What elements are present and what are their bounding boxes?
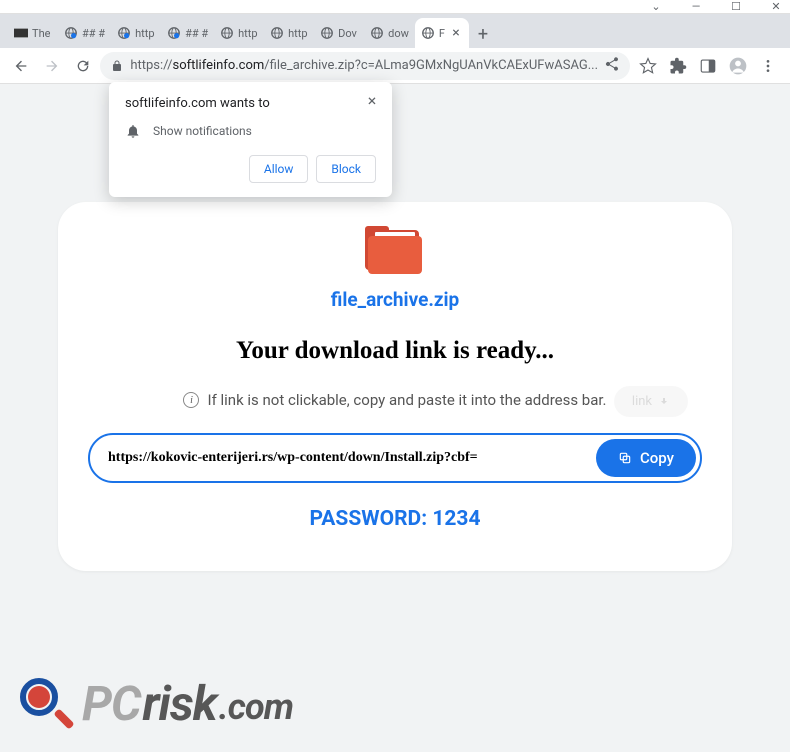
tab-label: The — [32, 27, 50, 40]
tab-label: http — [288, 27, 307, 40]
window-minimize-button[interactable]: — — [690, 1, 702, 13]
file-name: file_archive.zip — [88, 288, 702, 311]
forward-button[interactable] — [39, 52, 66, 80]
tab-label: ## # — [82, 27, 105, 40]
tab-3[interactable]: ## # — [161, 18, 214, 48]
magnifier-icon — [18, 676, 74, 732]
copy-icon — [618, 451, 632, 465]
window-close-button[interactable]: ✕ — [770, 1, 782, 13]
tab-strip: The ## # http ## # http http Dov dow F ×… — [0, 14, 790, 48]
globe-icon — [220, 26, 234, 40]
back-button[interactable] — [8, 52, 35, 80]
tab-label: http — [135, 27, 154, 40]
download-card: file_archive.zip Your download link is r… — [58, 202, 732, 571]
info-icon: i — [183, 392, 199, 408]
tab-8-active[interactable]: F × — [415, 18, 469, 48]
menu-icon[interactable] — [754, 52, 782, 80]
tab-label: ## # — [185, 27, 208, 40]
globe-icon — [167, 26, 181, 40]
folder-icon — [365, 226, 425, 276]
globe-icon — [320, 26, 334, 40]
download-url[interactable]: https://kokovic-enterijeri.rs/wp-content… — [108, 450, 596, 466]
tab-label: dow — [388, 27, 409, 40]
password-text: PASSWORD: 1234 — [88, 507, 702, 531]
link-button-ghost[interactable]: link — [614, 386, 688, 417]
extensions-icon[interactable] — [664, 52, 692, 80]
tab-5[interactable]: http — [264, 18, 314, 48]
tab-label: F — [439, 27, 445, 40]
popup-title: softlifeinfo.com wants to — [125, 96, 376, 111]
tab-1[interactable]: ## # — [58, 18, 111, 48]
globe-icon — [117, 26, 131, 40]
globe-icon — [270, 26, 284, 40]
globe-icon — [370, 26, 384, 40]
popup-close-button[interactable]: × — [364, 92, 380, 108]
tab-6[interactable]: Dov — [314, 18, 364, 48]
window-dropdown-icon[interactable]: ⌄ — [650, 1, 662, 13]
window-title-bar: ⌄ — ☐ ✕ — [0, 0, 790, 14]
allow-button[interactable]: Allow — [249, 155, 309, 183]
address-bar[interactable]: https://softlifeinfo.com/file_archive.zi… — [100, 52, 630, 80]
new-tab-button[interactable]: + — [469, 20, 497, 48]
popup-message: Show notifications — [153, 124, 252, 138]
download-arrow-icon — [658, 396, 670, 408]
pcrisk-watermark: PCrisk.com — [18, 675, 293, 732]
tab-label: Dov — [338, 27, 357, 40]
tab-0[interactable]: The — [8, 18, 58, 48]
download-url-box: https://kokovic-enterijeri.rs/wp-content… — [88, 433, 702, 483]
reload-button[interactable] — [70, 52, 97, 80]
ready-heading: Your download link is ready... — [88, 337, 702, 365]
tab-4[interactable]: http — [214, 18, 264, 48]
block-button[interactable]: Block — [316, 155, 376, 183]
hint-text: If link is not clickable, copy and paste… — [207, 391, 606, 409]
tab-label: http — [238, 27, 257, 40]
url-text: https://softlifeinfo.com/file_archive.zi… — [130, 58, 598, 73]
tab-2[interactable]: http — [111, 18, 161, 48]
globe-icon — [64, 26, 78, 40]
profile-icon[interactable] — [724, 52, 752, 80]
page-content: × softlifeinfo.com wants to Show notific… — [0, 84, 790, 752]
window-maximize-button[interactable]: ☐ — [730, 1, 742, 13]
side-panel-icon[interactable] — [694, 52, 722, 80]
bookmark-icon[interactable] — [634, 52, 662, 80]
notification-permission-popup: × softlifeinfo.com wants to Show notific… — [109, 82, 392, 197]
toolbar: https://softlifeinfo.com/file_archive.zi… — [0, 48, 790, 84]
copy-button[interactable]: Copy — [596, 439, 696, 477]
share-icon[interactable] — [604, 56, 620, 76]
bell-icon — [125, 123, 141, 139]
tab-7[interactable]: dow — [364, 18, 415, 48]
hint-row: i If link is not clickable, copy and pas… — [88, 391, 702, 409]
lock-icon — [110, 59, 124, 73]
globe-icon — [421, 26, 435, 40]
tab-close-icon[interactable]: × — [449, 26, 463, 40]
favicon-icon — [14, 26, 28, 40]
